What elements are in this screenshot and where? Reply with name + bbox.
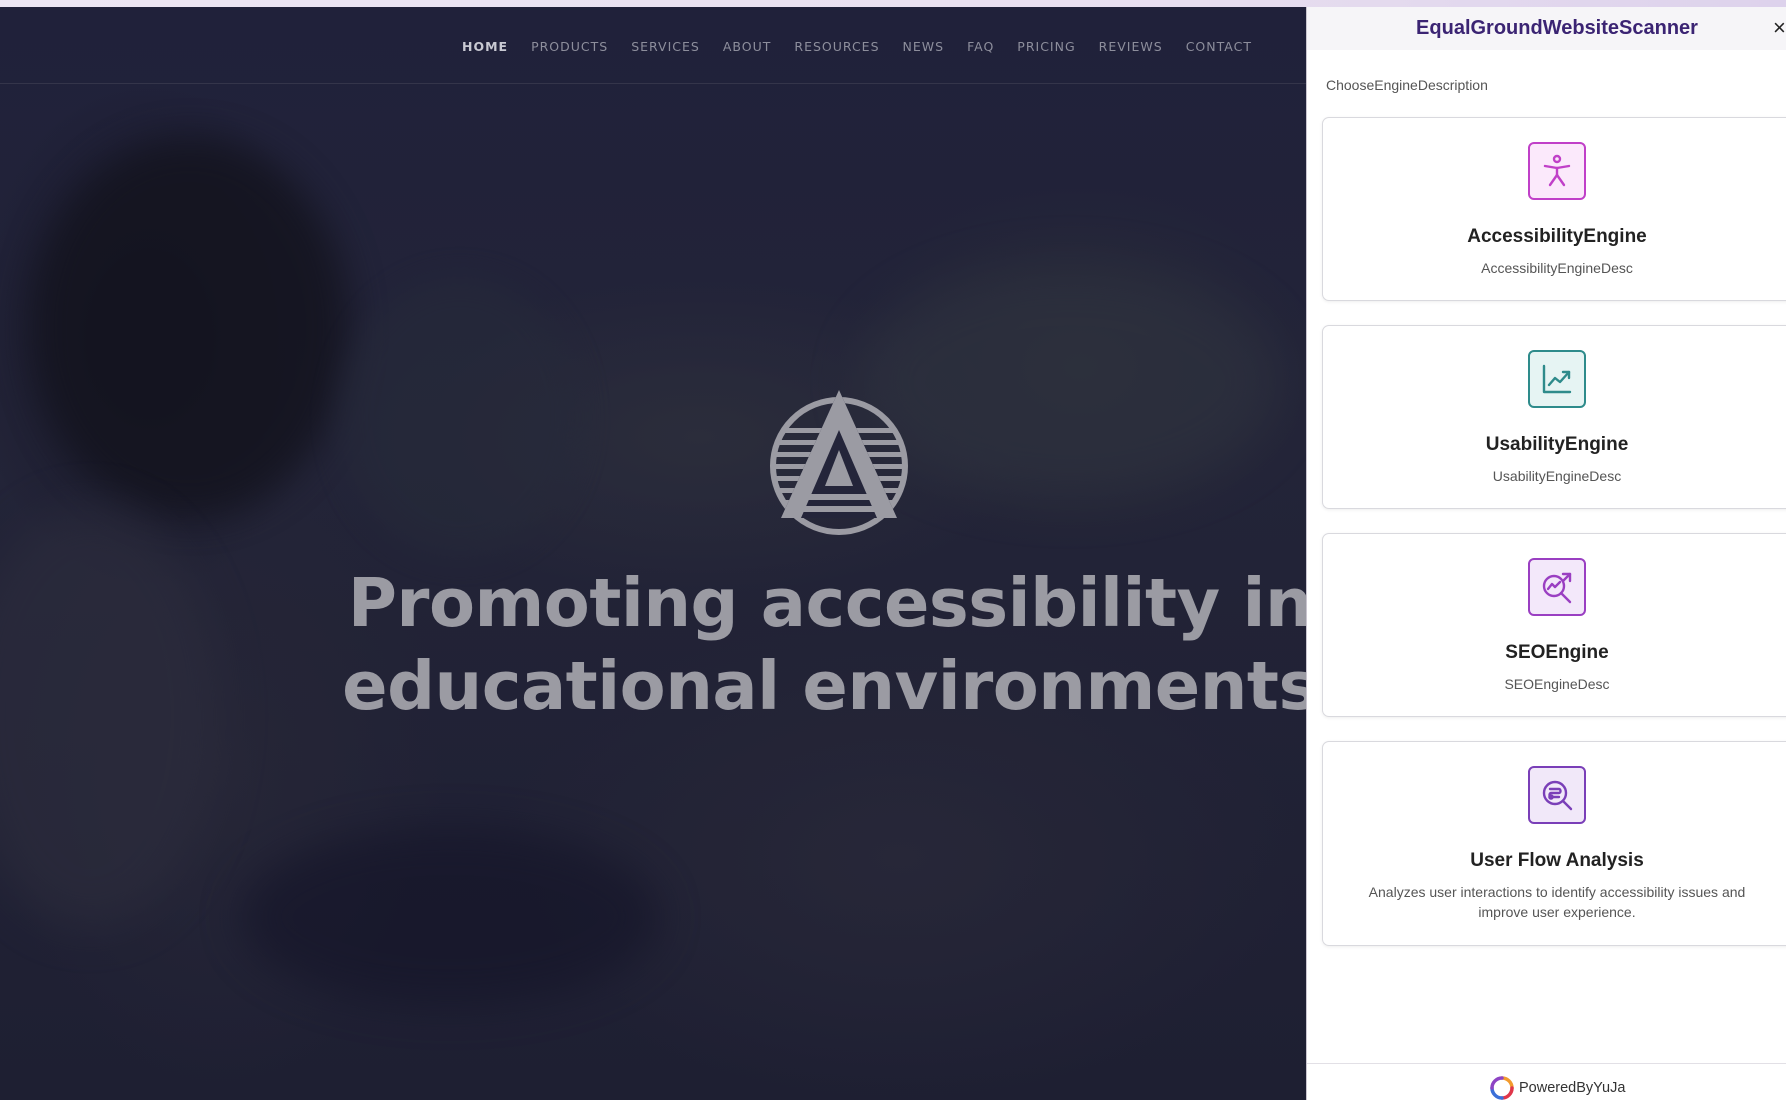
hero-title: Promoting accessibility in educational e… [330,562,1306,728]
nav-item-resources[interactable]: RESOURCES [794,39,879,54]
nav-item-home[interactable]: HOME [462,39,508,54]
panel-footer: PoweredByYuJa [1307,1063,1786,1100]
engine-card-seo[interactable]: SEOEngine SEOEngineDesc [1322,533,1786,717]
powered-by-text: PoweredByYuJa [1519,1080,1626,1096]
powered-by-link[interactable]: PoweredByYuJa [1489,1075,1625,1100]
nav-item-services[interactable]: SERVICES [631,39,700,54]
nav-item-pricing[interactable]: PRICING [1017,39,1075,54]
engine-description: UsabilityEngineDesc [1492,468,1622,484]
close-button[interactable]: × [1773,17,1786,39]
nav-item-news[interactable]: NEWS [903,39,945,54]
nav-item-contact[interactable]: CONTACT [1186,39,1252,54]
hero-title-line1: Promoting accessibility in [347,564,1306,642]
panel-header: EqualGroundWebsiteScanner × [1307,7,1786,50]
engine-description: Analyzes user interactions to identify a… [1368,884,1746,920]
engine-card-accessibility[interactable]: AccessibilityEngine AccessibilityEngineD… [1322,117,1786,301]
background-website: HOME PRODUCTS SERVICES ABOUT RESOURCES N… [0,7,1306,1100]
engine-name: User Flow Analysis [1470,850,1644,871]
hero-title-line2: educational environments [342,647,1306,725]
search-target-icon [1528,558,1586,616]
engine-description: SEOEngineDesc [1504,676,1610,692]
flow-search-icon [1528,766,1586,824]
accessibility-icon [1528,142,1586,200]
bg-shadow [0,507,220,927]
bg-shadow [240,827,660,1007]
nav-menu: HOME PRODUCTS SERVICES ABOUT RESOURCES N… [462,39,1275,54]
bg-shadow [860,267,1280,497]
top-strip [0,0,1786,7]
engine-card-user-flow[interactable]: User Flow Analysis Analyzes user interac… [1322,741,1786,946]
nav-item-reviews[interactable]: REVIEWS [1099,39,1163,54]
site-logo-icon [770,390,908,535]
site-navbar: HOME PRODUCTS SERVICES ABOUT RESOURCES N… [0,7,1306,84]
nav-item-products[interactable]: PRODUCTS [531,39,608,54]
bg-shadow [30,137,350,517]
engine-name: UsabilityEngine [1485,434,1629,455]
engine-name: SEOEngine [1505,642,1609,663]
yuja-logo-icon [1490,1076,1514,1100]
scanner-panel: EqualGroundWebsiteScanner × ChooseEngine… [1306,7,1786,1100]
engine-name: AccessibilityEngine [1467,226,1647,247]
nav-item-faq[interactable]: FAQ [967,39,994,54]
nav-item-about[interactable]: ABOUT [723,39,772,54]
engine-card-usability[interactable]: UsabilityEngine UsabilityEngineDesc [1322,325,1786,509]
chart-trending-up-icon [1528,350,1586,408]
bg-shadow [340,277,580,557]
engine-choice-description: ChooseEngineDescription [1326,77,1488,93]
panel-title: EqualGroundWebsiteScanner [1416,17,1698,39]
engine-description: AccessibilityEngineDesc [1481,260,1633,276]
